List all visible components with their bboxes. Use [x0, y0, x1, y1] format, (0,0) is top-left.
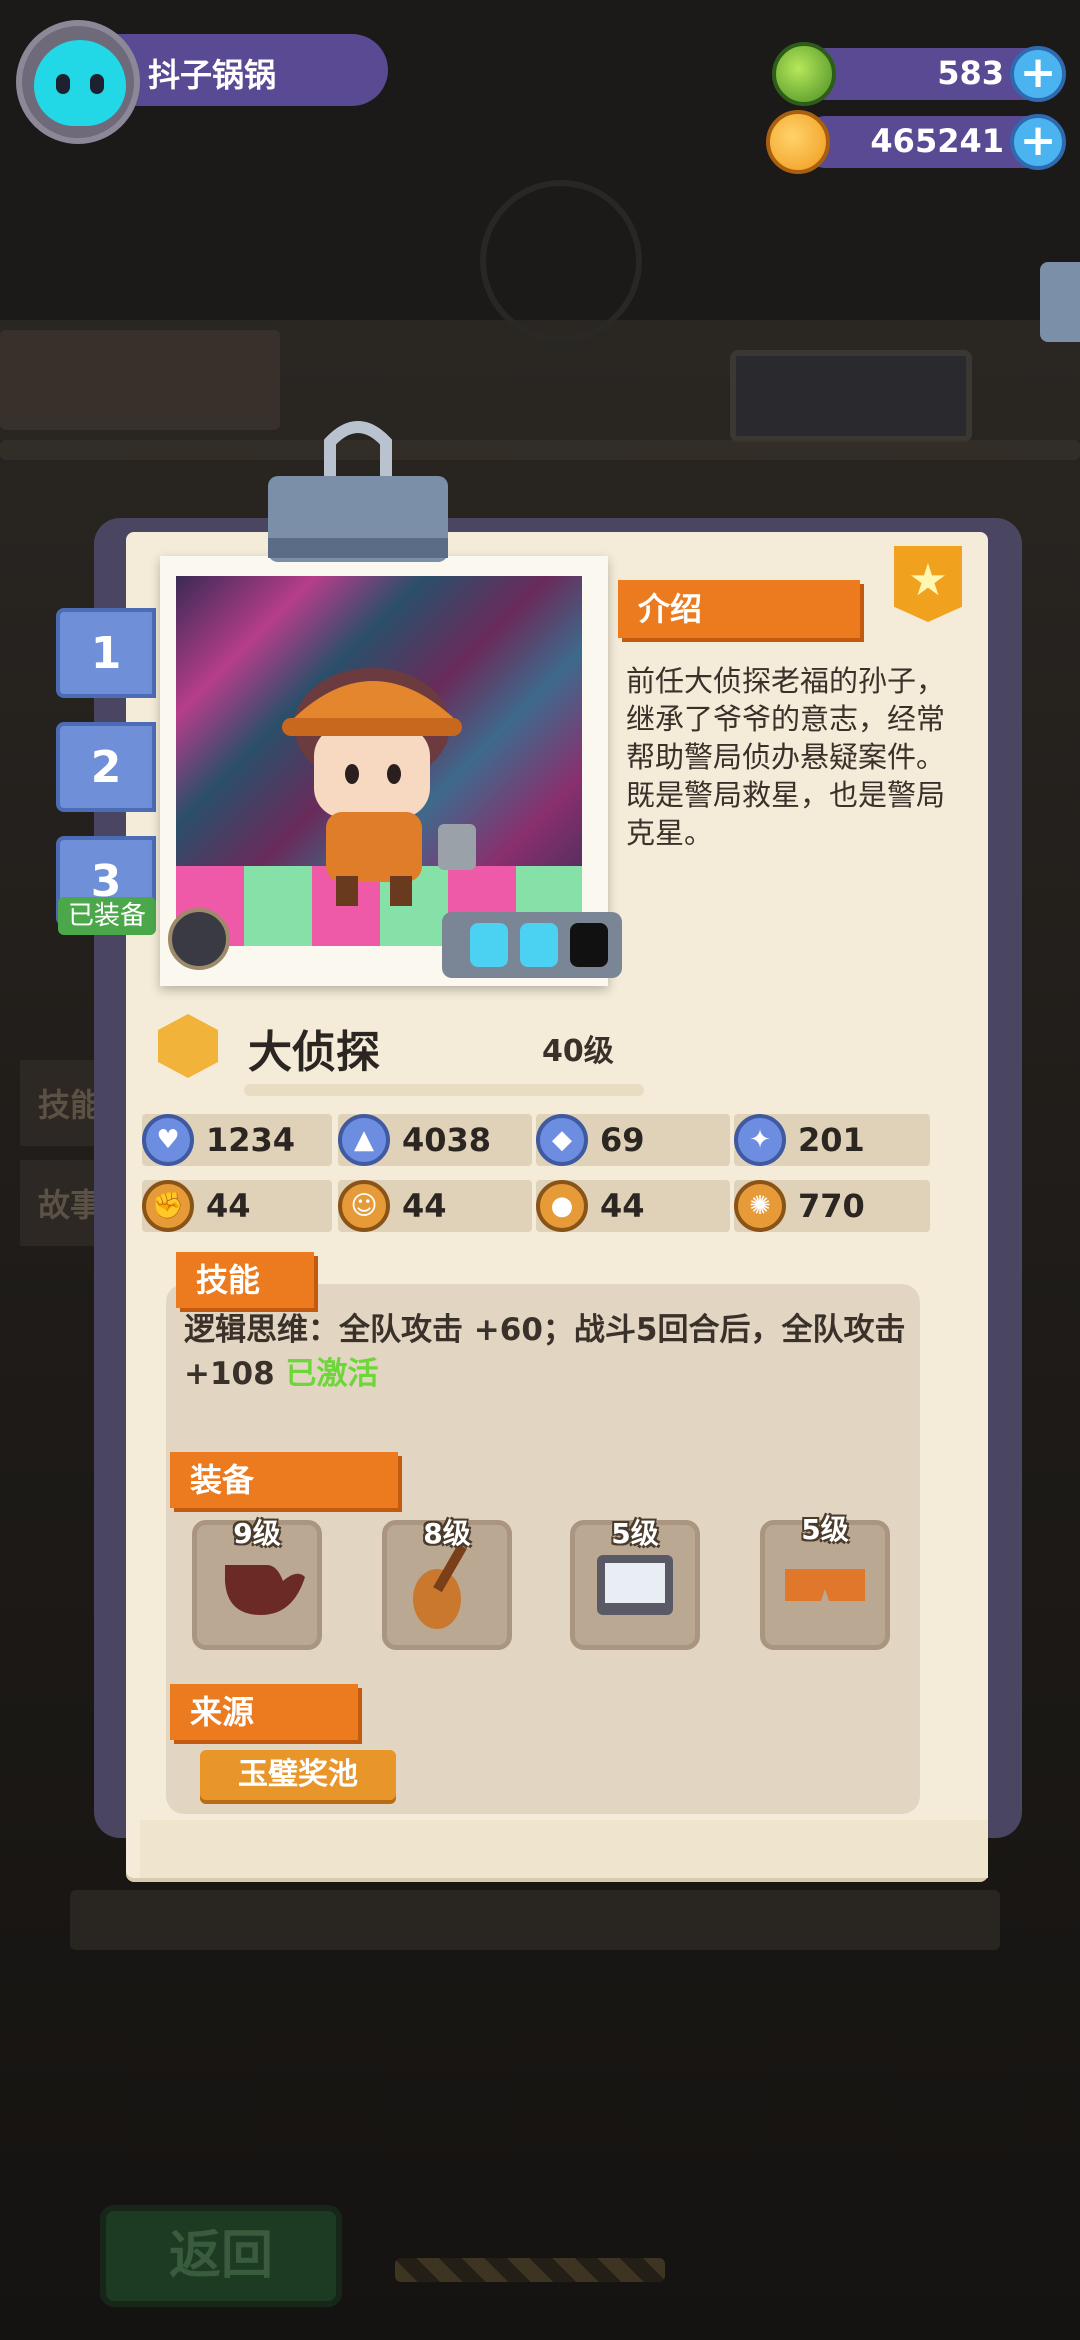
- add-coin-button[interactable]: +: [1010, 114, 1066, 170]
- side-clip-icon[interactable]: [1040, 262, 1080, 342]
- skill-title: 技能: [176, 1252, 314, 1308]
- smile-icon: ☺: [338, 1180, 390, 1232]
- heart-shield-icon: ♥: [142, 1114, 194, 1166]
- stat-charm: ☺ 44: [338, 1180, 532, 1232]
- stat-value: 69: [600, 1121, 645, 1159]
- player-name: 抖子锅锅: [148, 56, 277, 94]
- stat-value: 770: [798, 1187, 865, 1225]
- fist-icon: ✊: [142, 1180, 194, 1232]
- equipped-badge: 已装备: [58, 897, 156, 935]
- outfit-tab-1[interactable]: 1: [56, 608, 156, 698]
- energy-rating: [442, 912, 622, 978]
- equipment-level: 8级: [423, 1517, 471, 1550]
- card-bottom: [140, 1820, 988, 1878]
- energy-slot-empty-icon: [570, 923, 608, 967]
- source-title: 来源: [170, 1684, 358, 1740]
- intro-text: 前任大侦探老福的孙子，继承了爷爷的意志，经常帮助警局侦办悬疑案件。既是警局救星，…: [626, 664, 946, 850]
- stat-value: 44: [402, 1187, 447, 1225]
- stat-attack: ▲ 4038: [338, 1114, 532, 1166]
- source-button[interactable]: 玉璧奖池: [200, 1750, 396, 1800]
- energy-bolt-icon: [470, 923, 508, 967]
- background-window: [730, 350, 972, 442]
- cat-avatar-icon: [34, 40, 126, 126]
- skill-description: 逻辑思维：全队攻击 +60；战斗5回合后，全队攻击 +108 已激活: [184, 1308, 924, 1396]
- stat-hp: ♥ 1234: [142, 1114, 332, 1166]
- brain-icon: ✺: [734, 1180, 786, 1232]
- hero-level: 40级: [542, 1034, 614, 1069]
- equipment-level: 5级: [801, 1513, 849, 1546]
- background-shelf: [0, 330, 280, 430]
- coin-amount: 465241: [870, 122, 1004, 160]
- binder-clip-icon: [268, 421, 448, 562]
- hazard-stripe: [395, 2258, 665, 2282]
- energy-bolt-icon: [520, 923, 558, 967]
- attack-icon: ▲: [338, 1114, 390, 1166]
- stat-value: 44: [206, 1187, 251, 1225]
- coin-icon: [766, 110, 830, 174]
- hero-name: 大侦探: [248, 1027, 380, 1078]
- hero-portrait: [176, 576, 582, 946]
- equipment-level: 5级: [611, 1517, 659, 1550]
- tab-label: 2: [90, 742, 122, 793]
- tab-label: 1: [90, 628, 122, 679]
- muscle-icon: ●: [536, 1180, 588, 1232]
- defense-icon: ◆: [536, 1114, 588, 1166]
- stat-value: 201: [798, 1121, 865, 1159]
- gem-amount: 583: [937, 54, 1004, 92]
- skill-status: 已激活: [285, 1356, 379, 1392]
- favorite-star-icon[interactable]: ★: [894, 546, 962, 622]
- background-cards-row: [70, 1890, 1000, 1950]
- ceiling-fan-icon: [480, 180, 642, 342]
- equipment-title: 装备: [170, 1452, 398, 1508]
- speed-icon: ✦: [734, 1114, 786, 1166]
- rank-badge-icon: [168, 908, 230, 970]
- stat-defense: ◆ 69: [536, 1114, 730, 1166]
- stat-intellect: ✺ 770: [734, 1180, 930, 1232]
- stat-speed: ✦ 201: [734, 1114, 930, 1166]
- stat-stamina: ● 44: [536, 1180, 730, 1232]
- intro-title: 介绍: [618, 580, 860, 638]
- name-underline: [244, 1084, 644, 1096]
- equipment-level: 9级: [233, 1517, 281, 1550]
- stat-value: 44: [600, 1187, 645, 1225]
- add-gem-button[interactable]: +: [1010, 46, 1066, 102]
- stat-value: 1234: [206, 1121, 296, 1159]
- gem-icon: [772, 42, 836, 106]
- stat-value: 4038: [402, 1121, 492, 1159]
- background-desk: [0, 440, 1080, 460]
- outfit-tab-2[interactable]: 2: [56, 722, 156, 812]
- stat-strength: ✊ 44: [142, 1180, 332, 1232]
- back-button: 返回: [100, 2205, 342, 2307]
